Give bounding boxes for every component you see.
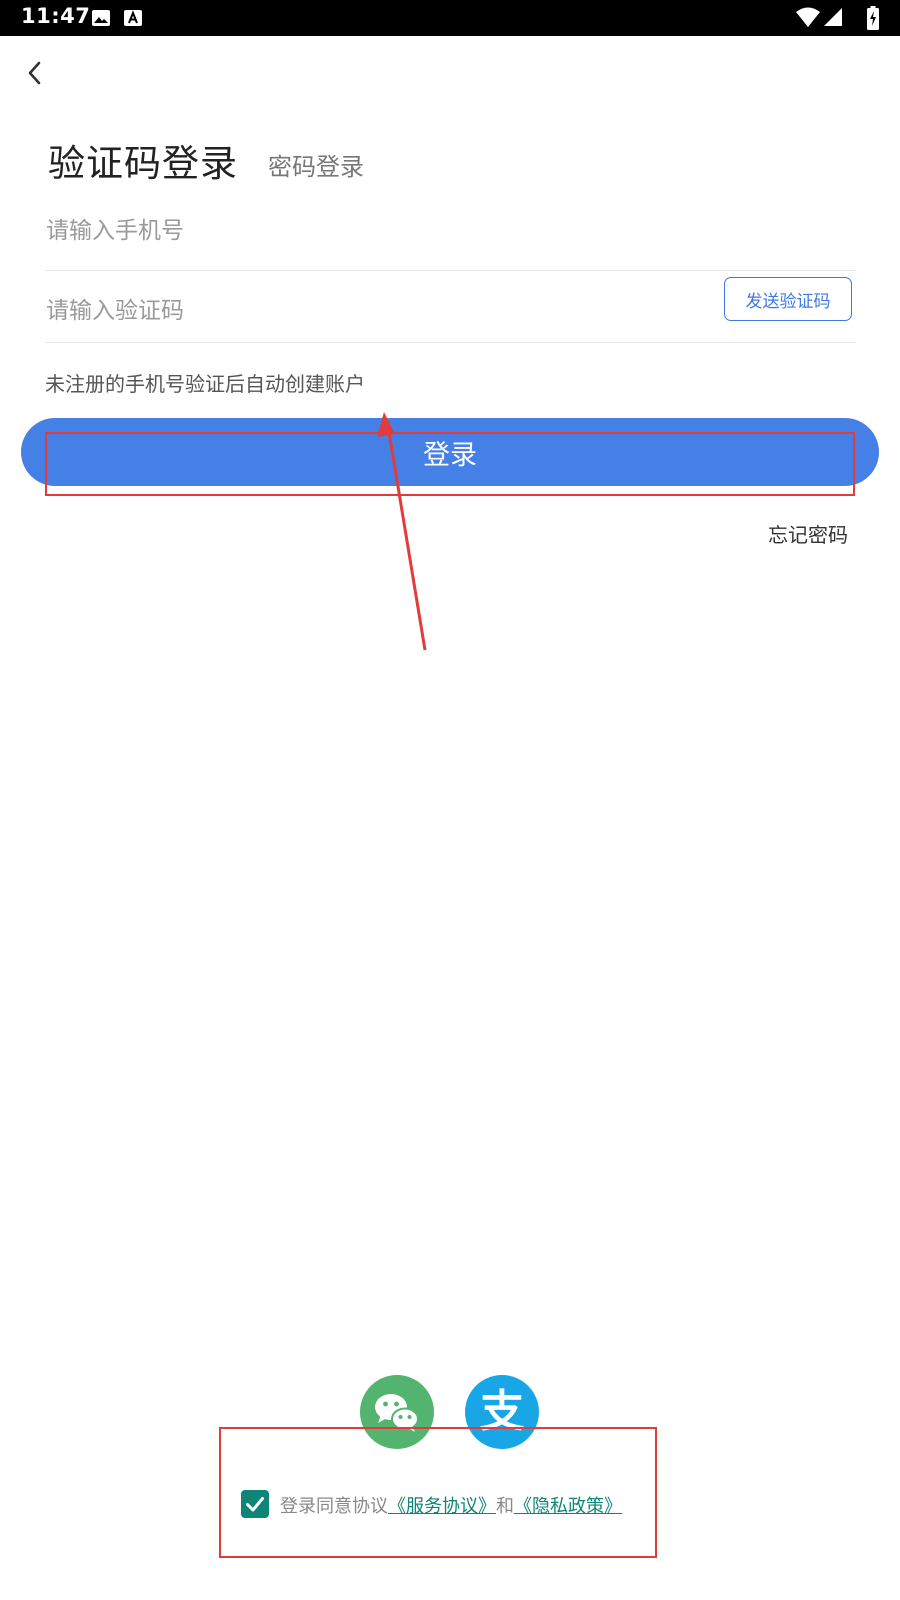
phone-divider <box>45 270 855 271</box>
code-divider <box>45 342 855 343</box>
forgot-password-link[interactable]: 忘记密码 <box>768 519 848 548</box>
privacy-policy-link[interactable]: 《隐私政策》 <box>514 1496 622 1517</box>
tab-sms-login[interactable]: 验证码登录 <box>48 133 238 187</box>
alipay-login-button[interactable]: 支 <box>465 1375 539 1449</box>
image-icon <box>91 8 111 32</box>
status-time: 11:47 <box>21 4 91 28</box>
text-a-icon <box>123 8 143 32</box>
chevron-left-icon <box>28 61 41 85</box>
agreement-checkbox[interactable] <box>241 1490 269 1518</box>
wechat-icon <box>375 1394 419 1432</box>
agreement-text: 登录同意协议《服务协议》和《隐私政策》 <box>280 1492 622 1518</box>
send-code-button[interactable]: 发送验证码 <box>724 277 852 321</box>
wifi-icon <box>795 6 821 32</box>
signal-icon <box>823 7 843 31</box>
alipay-icon: 支 <box>480 1386 524 1437</box>
login-button[interactable]: 登录 <box>21 418 879 486</box>
phone-input[interactable] <box>46 213 826 249</box>
tab-password-login[interactable]: 密码登录 <box>268 147 364 182</box>
service-agreement-link[interactable]: 《服务协议》 <box>388 1496 496 1517</box>
login-screen: 11:47 验证码登录 密码登录 请输入手机号 请输入验证码 发送验证码 未注册… <box>0 0 900 1600</box>
wechat-login-button[interactable] <box>360 1375 434 1449</box>
agreement-prefix: 登录同意协议 <box>280 1496 388 1517</box>
status-bar: 11:47 <box>0 0 900 36</box>
agreement-connector: 和 <box>496 1496 514 1517</box>
auto-register-hint: 未注册的手机号验证后自动创建账户 <box>45 372 365 396</box>
back-button[interactable] <box>20 55 50 91</box>
checkmark-icon <box>246 1497 264 1512</box>
alipay-glyph: 支 <box>480 1386 524 1437</box>
battery-charging-icon <box>867 6 879 34</box>
verification-code-input[interactable] <box>46 293 666 329</box>
